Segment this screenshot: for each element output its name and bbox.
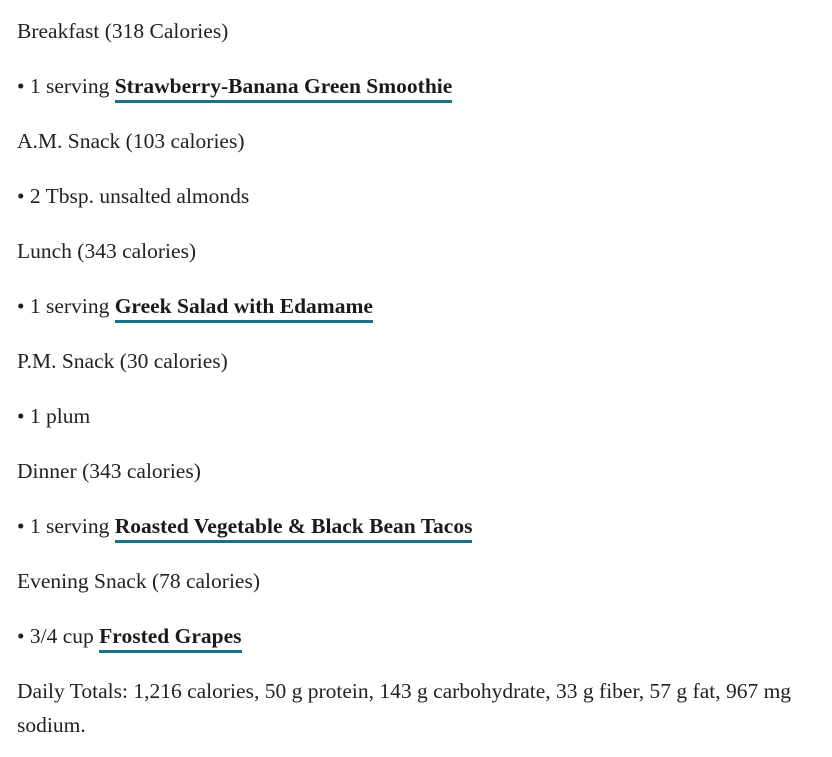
- breakfast-item-prefix: • 1 serving: [17, 74, 115, 98]
- lunch-heading: Lunch (343 calories): [17, 239, 197, 263]
- evening-snack-item-prefix: • 3/4 cup: [17, 624, 100, 648]
- dinner-recipe-link[interactable]: Roasted Vegetable & Black Bean Tacos: [114, 514, 473, 543]
- dinner-item: • 1 serving Roasted Vegetable & Black Be…: [17, 509, 832, 564]
- pm-snack-heading: P.M. Snack (30 calories): [17, 349, 228, 373]
- evening-snack-heading: Evening Snack (78 calories): [17, 569, 260, 593]
- pm-snack-item: • 1 plum: [17, 404, 91, 428]
- lunch-recipe-link[interactable]: Greek Salad with Edamame: [114, 294, 373, 323]
- lunch-item: • 1 serving Greek Salad with Edamame: [17, 289, 832, 344]
- evening-snack-item: • 3/4 cup Frosted Grapes: [17, 619, 832, 674]
- dinner-item-prefix: • 1 serving: [17, 514, 115, 538]
- am-snack-item: • 2 Tbsp. unsalted almonds: [17, 184, 250, 208]
- dinner-heading: Dinner (343 calories): [17, 459, 201, 483]
- daily-totals: Daily Totals: 1,216 calories, 50 g prote…: [17, 679, 792, 737]
- evening-snack-recipe-link[interactable]: Frosted Grapes: [99, 624, 242, 653]
- meal-plan-content: Breakfast (318 Calories) • 1 serving Str…: [0, 0, 832, 742]
- am-snack-heading: A.M. Snack (103 calories): [17, 129, 245, 153]
- breakfast-heading: Breakfast (318 Calories): [17, 19, 229, 43]
- breakfast-item: • 1 serving Strawberry-Banana Green Smoo…: [17, 69, 832, 124]
- breakfast-recipe-link[interactable]: Strawberry-Banana Green Smoothie: [114, 74, 453, 103]
- lunch-item-prefix: • 1 serving: [17, 294, 115, 318]
